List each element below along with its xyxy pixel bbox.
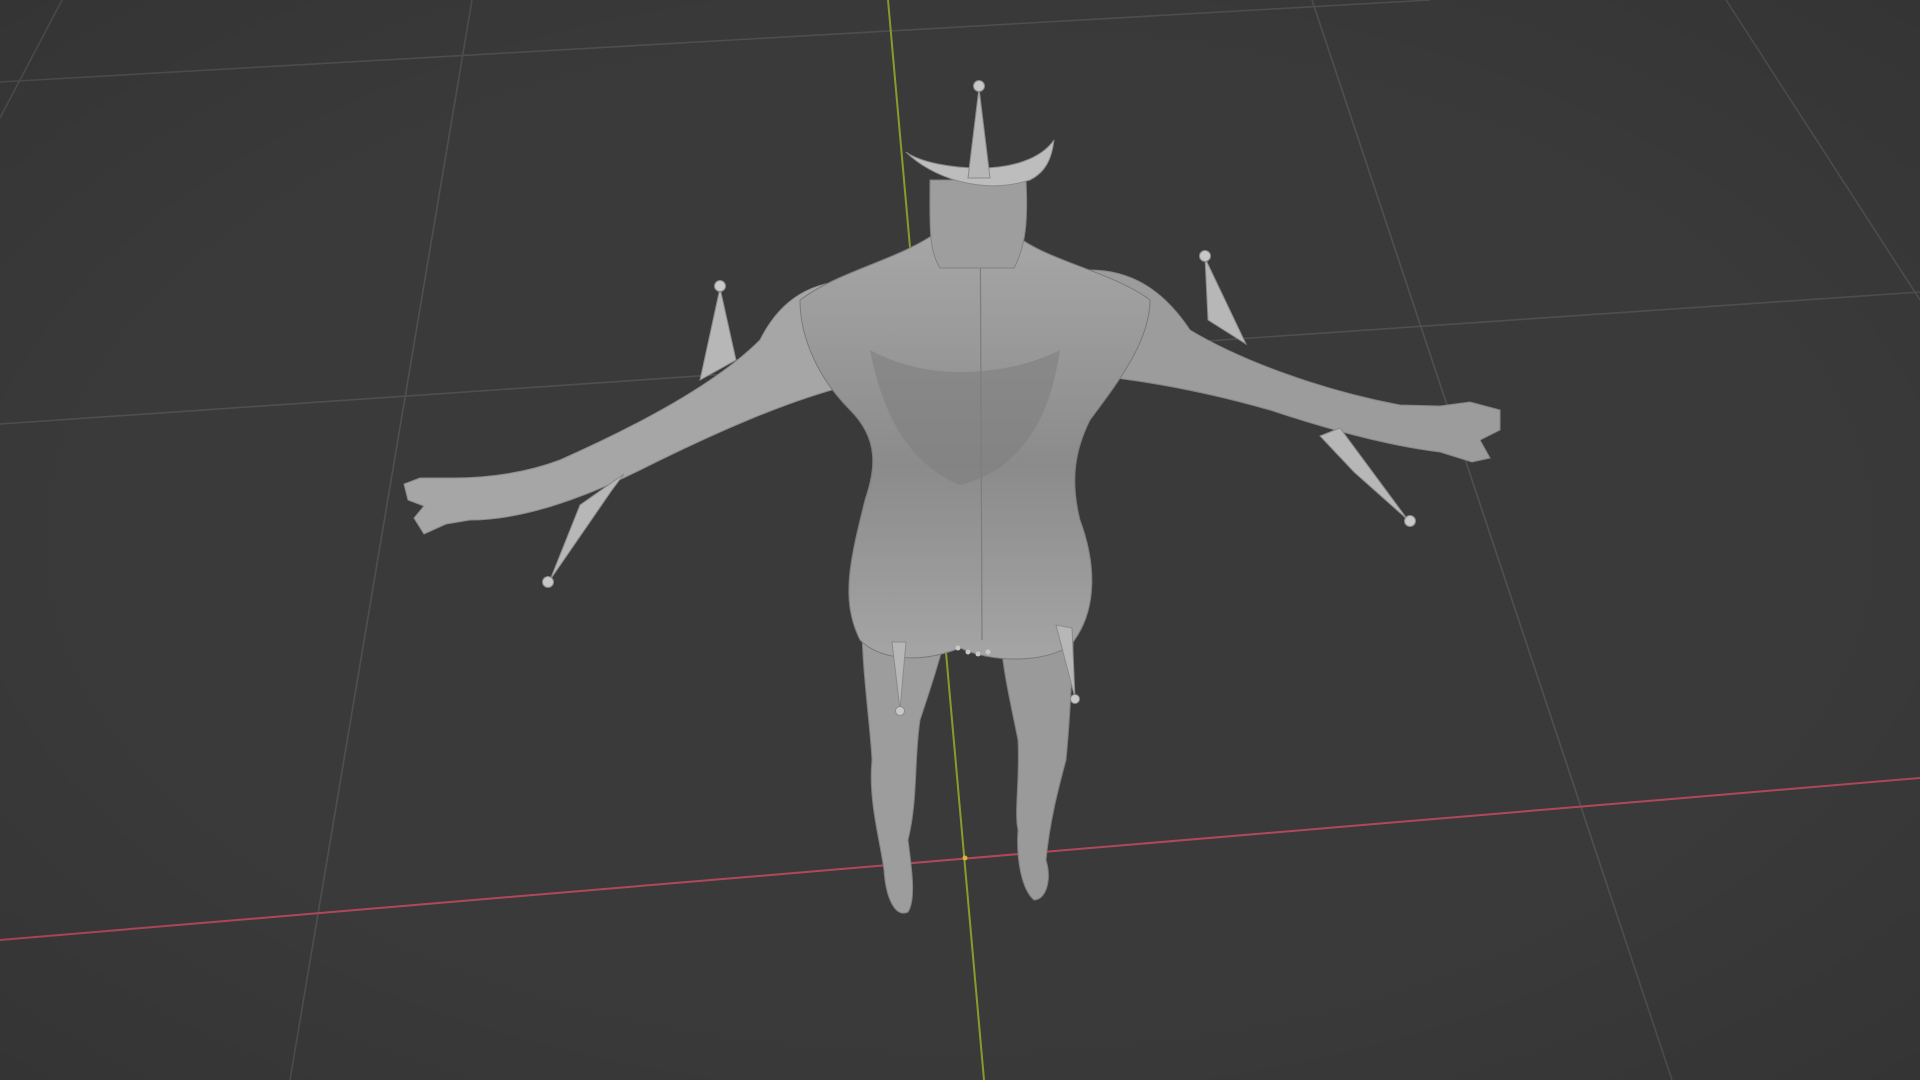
3d-viewport[interactable]	[0, 0, 1920, 1080]
viewport-canvas[interactable]	[0, 0, 1920, 1080]
viewport-vignette	[0, 0, 1920, 1080]
